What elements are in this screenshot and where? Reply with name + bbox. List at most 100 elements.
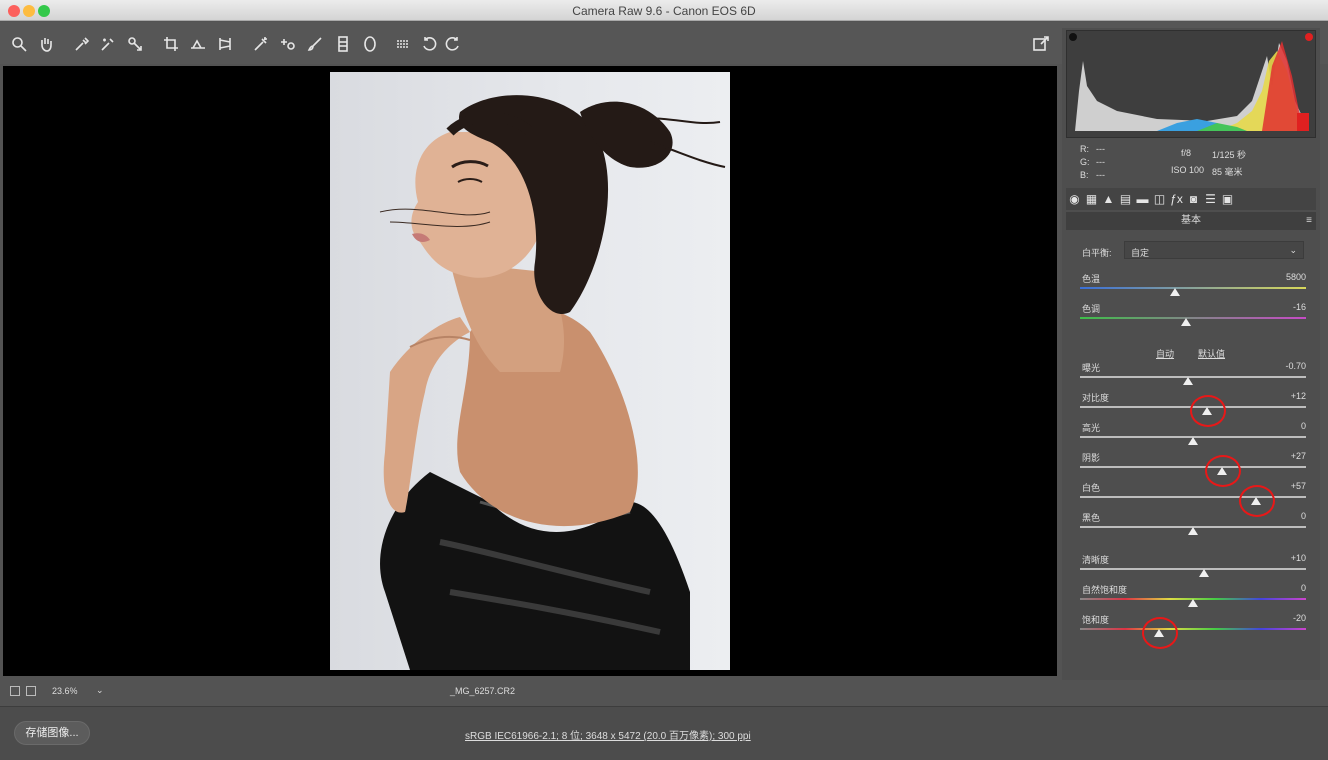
crop-icon[interactable] <box>162 36 180 54</box>
rgb-g-value: --- <box>1096 157 1105 167</box>
tab-split-toning-icon[interactable]: ▬ <box>1134 188 1151 210</box>
tab-basic-icon[interactable]: ◉ <box>1066 188 1083 210</box>
slider-label: 自然饱和度 <box>1082 585 1128 595</box>
tab-tone-curve-icon[interactable]: ▦ <box>1083 188 1100 210</box>
target-adjust-icon[interactable] <box>126 36 144 54</box>
spot-removal-icon[interactable] <box>252 36 270 54</box>
adjustment-panel: R: --- G: --- B: --- f/8 1/125 秒 ISO 100… <box>1062 28 1320 680</box>
slider-label: 高光 <box>1082 423 1101 433</box>
slider-track[interactable] <box>1080 287 1306 289</box>
white-balance-value: 自定 <box>1131 248 1150 258</box>
slider-thumb[interactable] <box>1188 437 1198 445</box>
panel-menu-icon[interactable]: ≡ <box>1306 212 1312 230</box>
save-image-button[interactable]: 存储图像... <box>14 721 90 745</box>
slider-value[interactable]: 0 <box>1266 511 1306 521</box>
preferences-icon[interactable] <box>394 36 412 54</box>
transform-icon[interactable] <box>216 36 234 54</box>
tab-presets-icon[interactable]: ☰ <box>1202 188 1219 210</box>
shadow-clipping-icon[interactable] <box>1069 33 1077 41</box>
image-preview[interactable] <box>3 66 1057 676</box>
white-balance-select[interactable]: 自定 ⌄ <box>1124 241 1304 259</box>
tab-camera-calibration-icon[interactable]: ◙ <box>1185 188 1202 210</box>
zoom-icon[interactable] <box>10 36 28 54</box>
red-eye-icon[interactable] <box>279 36 297 54</box>
slider-value[interactable]: 0 <box>1266 583 1306 593</box>
slider-value[interactable]: +57 <box>1266 481 1306 491</box>
straighten-icon[interactable] <box>189 36 207 54</box>
camera-info: R: --- G: --- B: --- f/8 1/125 秒 ISO 100… <box>1066 140 1316 184</box>
white-balance-icon[interactable] <box>73 36 91 54</box>
title-bar: Camera Raw 9.6 - Canon EOS 6D <box>0 0 1328 21</box>
slider-label: 饱和度 <box>1082 615 1110 625</box>
slider-label: 阴影 <box>1082 453 1101 463</box>
tab-detail-icon[interactable]: ▲ <box>1100 188 1117 210</box>
slider-track[interactable] <box>1080 568 1306 570</box>
slider-label: 白色 <box>1082 483 1101 493</box>
slider-thumb[interactable] <box>1199 569 1210 577</box>
highlight-clipping-icon[interactable] <box>1305 33 1313 41</box>
radial-filter-icon[interactable] <box>361 36 379 54</box>
portrait-photo <box>330 72 730 670</box>
red-annotation-circle <box>1189 395 1226 427</box>
slider-track[interactable] <box>1080 466 1306 468</box>
histogram <box>1066 30 1316 138</box>
rotate-right-icon[interactable] <box>444 36 462 54</box>
slider-value[interactable]: 0 <box>1266 421 1306 431</box>
slider-value[interactable]: +27 <box>1266 451 1306 461</box>
bottom-bar: 存储图像... sRGB IEC61966-2.1; 8 位; 3648 x 5… <box>0 706 1328 760</box>
slider-label: 色调 <box>1082 304 1101 314</box>
rotate-left-icon[interactable] <box>420 36 438 54</box>
slider-thumb[interactable] <box>1188 599 1198 607</box>
workflow-options-link[interactable]: sRGB IEC61966-2.1; 8 位; 3648 x 5472 (20.… <box>465 727 751 742</box>
slider-value[interactable]: 5800 <box>1266 272 1306 282</box>
slider-track[interactable] <box>1080 317 1306 319</box>
zoom-in-icon[interactable] <box>26 686 36 696</box>
section-title: 基本 ≡ <box>1066 212 1316 230</box>
zoom-out-icon[interactable] <box>10 686 20 696</box>
auto-link[interactable]: 自动 <box>1156 347 1174 360</box>
slider-track[interactable] <box>1080 628 1306 630</box>
tab-snapshots-icon[interactable]: ▣ <box>1219 188 1236 210</box>
slider-label: 黑色 <box>1082 513 1101 523</box>
red-annotation-circle <box>1142 617 1179 649</box>
adjustment-brush-icon[interactable] <box>306 36 324 54</box>
red-annotation-circle <box>1205 455 1242 487</box>
default-link[interactable]: 默认值 <box>1198 347 1225 360</box>
panel-tabs: ◉ ▦ ▲ ▤ ▬ ◫ ƒx ◙ ☰ ▣ <box>1066 188 1316 210</box>
status-bar: 23.6% ⌄ _MG_6257.CR2 <box>0 678 1060 704</box>
slider-thumb[interactable] <box>1169 288 1180 296</box>
file-name: _MG_6257.CR2 <box>450 686 516 696</box>
rgb-r-label: R: <box>1080 144 1089 154</box>
slider-value[interactable]: -16 <box>1266 302 1306 312</box>
slider-value[interactable]: -20 <box>1266 613 1306 623</box>
slider-thumb[interactable] <box>1183 377 1194 385</box>
fullscreen-icon[interactable] <box>1032 36 1050 54</box>
iso: ISO 100 <box>1171 165 1205 175</box>
slider-label: 对比度 <box>1082 393 1110 403</box>
slider-value[interactable]: +12 <box>1266 391 1306 401</box>
shutter-speed: 1/125 秒 <box>1212 150 1247 160</box>
graduated-filter-icon[interactable] <box>334 36 352 54</box>
rgb-b-value: --- <box>1096 170 1105 180</box>
rgb-g-label: G: <box>1080 157 1090 167</box>
slider-label: 色温 <box>1082 274 1101 284</box>
rgb-b-label: B: <box>1080 170 1089 180</box>
slider-label: 曝光 <box>1082 363 1101 373</box>
color-sampler-icon[interactable] <box>99 36 117 54</box>
window-title: Camera Raw 9.6 - Canon EOS 6D <box>572 4 756 18</box>
slider-value[interactable]: -0.70 <box>1266 361 1306 371</box>
tab-hsl-icon[interactable]: ▤ <box>1117 188 1134 210</box>
tab-lens-icon[interactable]: ◫ <box>1151 188 1168 210</box>
chevron-down-icon: ⌄ <box>1289 245 1297 255</box>
zoom-level[interactable]: 23.6% <box>52 686 78 696</box>
slider-thumb[interactable] <box>1188 527 1198 535</box>
slider-value[interactable]: +10 <box>1266 553 1306 563</box>
rgb-r-value: --- <box>1096 144 1105 154</box>
hand-icon[interactable] <box>37 36 55 54</box>
slider-thumb[interactable] <box>1181 318 1192 326</box>
slider-label: 清晰度 <box>1082 555 1110 565</box>
white-balance-label: 白平衡: <box>1082 248 1112 258</box>
tab-effects-icon[interactable]: ƒx <box>1168 188 1185 210</box>
zoom-dropdown-icon[interactable]: ⌄ <box>96 685 104 696</box>
section-title-text: 基本 <box>1181 215 1201 226</box>
